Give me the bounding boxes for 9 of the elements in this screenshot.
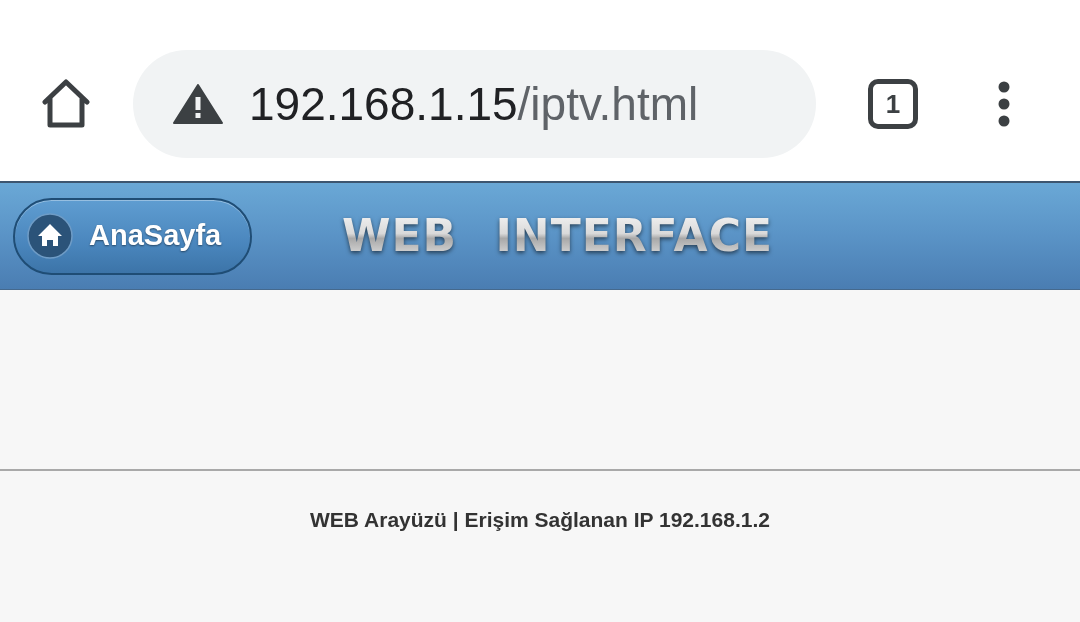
url-host: 192.168.1.15 xyxy=(249,81,518,127)
footer-text: WEB Arayüzü | Erişim Sağlanan IP 192.168.1.2 xyxy=(310,508,770,531)
home-icon xyxy=(27,213,73,259)
home-icon[interactable] xyxy=(41,79,91,129)
tab-count-button[interactable]: 1 xyxy=(868,79,918,129)
menu-icon[interactable] xyxy=(997,81,1011,127)
address-bar[interactable]: 192.168.1.15/iptv.html xyxy=(133,50,816,158)
home-button[interactable]: AnaSayfa xyxy=(13,197,252,275)
warning-icon[interactable] xyxy=(173,84,223,124)
